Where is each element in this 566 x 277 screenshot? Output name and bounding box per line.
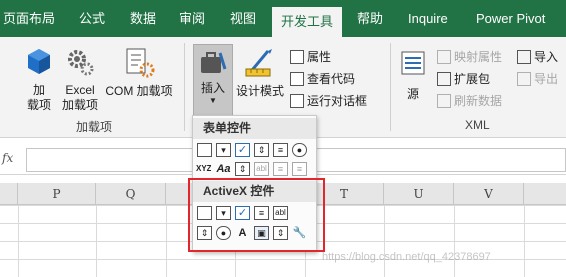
com-addin-label: COM 加载项 [105,84,173,98]
form-controls-header: 表单控件 [193,118,316,139]
excel-addin-button[interactable]: Excel 加载项 [58,47,102,113]
properties-label: 属性 [307,50,332,64]
import-button[interactable]: 导入 [517,47,558,67]
column-header-u[interactable]: U [384,183,454,205]
export-label: 导出 [534,72,559,86]
form-group-box-icon[interactable]: XYZ [196,162,211,176]
column-header-overflow[interactable] [524,183,566,205]
activex-highlight-box [188,178,325,252]
form-combo-drop-down-edit-icon[interactable]: ≡ [292,162,307,176]
toolbox-icon [201,52,227,73]
form-scroll-bar-icon[interactable]: ⇕ [235,162,250,176]
form-text-field-icon[interactable]: abl [254,162,269,176]
form-option-button-icon[interactable]: ● [292,143,307,157]
expansion-pack-icon [437,72,451,86]
form-button-control-icon[interactable] [197,143,212,157]
gear-icon [68,50,94,76]
view-code-button[interactable]: 查看代码 [290,69,355,89]
xml-source-label: 源 [406,87,419,101]
insert-dropdown-arrow-icon: ▼ [209,96,217,105]
run-dialog-button[interactable]: 运行对话框 [290,91,367,111]
ribbon-tab-bar: 页面布局 公式 数据 审阅 视图 开发工具 帮助 Inquire Power P… [0,0,566,37]
map-properties-icon [437,50,451,64]
tab-view[interactable]: 视图 [230,0,256,37]
grid-line [18,205,19,277]
form-checkbox-icon[interactable]: ✓ [235,143,250,157]
refresh-data-icon [437,94,451,108]
run-dialog-label: 运行对话框 [307,94,368,108]
column-header-p[interactable]: P [18,183,96,205]
import-label: 导入 [534,50,559,64]
tab-formulas[interactable]: 公式 [79,0,105,37]
tab-help[interactable]: 帮助 [357,0,383,37]
addin-button[interactable]: 加 载项 [18,47,60,113]
design-mode-icon [245,49,272,77]
run-dialog-icon [290,94,304,108]
view-code-icon [290,72,304,86]
expansion-pack-label: 扩展包 [454,72,491,86]
grid-line [384,205,385,277]
addins-group-label: 加载项 [76,120,113,134]
insert-button[interactable]: 插入 ▼ [193,44,233,116]
insert-label: 插入 [200,81,225,95]
view-code-label: 查看代码 [307,72,356,86]
addin-cube-icon [28,49,50,74]
export-icon [517,72,531,86]
refresh-data-button[interactable]: 刷新数据 [437,91,502,111]
xml-group-label: XML [465,118,490,132]
column-header-q[interactable]: Q [96,183,166,205]
tab-power-pivot[interactable]: Power Pivot [476,0,545,37]
expansion-pack-button[interactable]: 扩展包 [437,69,490,89]
grid-line [166,205,167,277]
tab-inquire[interactable]: Inquire [408,0,448,37]
addin-label: 加 载项 [26,83,51,112]
xml-source-icon [401,51,425,75]
properties-button[interactable]: 属性 [290,47,331,67]
tab-page-layout[interactable]: 页面布局 [3,0,55,37]
form-spin-button-icon[interactable]: ⇕ [254,143,269,157]
design-mode-button[interactable]: 设计模式 [235,47,285,99]
grid-line [96,205,97,277]
tab-data[interactable]: 数据 [130,0,156,37]
form-combo-box-icon[interactable]: ▾ [216,143,231,157]
design-mode-label: 设计模式 [235,84,284,98]
com-addin-icon [126,48,155,78]
column-header-v[interactable]: V [454,183,524,205]
refresh-data-label: 刷新数据 [454,94,503,108]
map-properties-label: 映射属性 [454,50,503,64]
xml-source-button[interactable]: 源 [396,49,430,102]
properties-icon [290,50,304,64]
export-button[interactable]: 导出 [517,69,558,89]
map-properties-button[interactable]: 映射属性 [437,47,502,67]
grid-line [454,205,455,277]
form-label-icon[interactable]: Aa [216,162,231,176]
grid-line [524,205,525,277]
excel-addin-label: Excel 加载项 [61,83,98,112]
com-addin-button[interactable]: COM 加载项 [102,47,176,99]
tab-review[interactable]: 审阅 [179,0,205,37]
form-combo-list-edit-icon[interactable]: ≡ [273,162,288,176]
fx-label: fx [2,151,14,165]
group-separator [184,43,185,131]
row-header-corner[interactable] [0,183,18,205]
import-icon [517,50,531,64]
tab-developer[interactable]: 开发工具 [272,7,343,37]
group-separator [390,43,391,131]
form-list-box-icon[interactable]: ≡ [273,143,288,157]
watermark: https://blog.csdn.net/qq_42378697 [322,251,491,263]
